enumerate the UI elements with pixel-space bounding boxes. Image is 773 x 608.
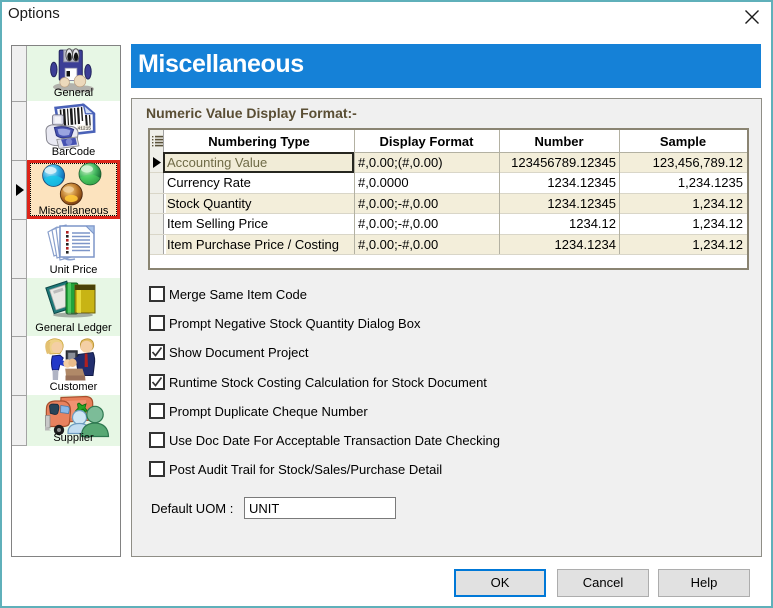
svg-text:41215: 41215 (78, 126, 92, 132)
